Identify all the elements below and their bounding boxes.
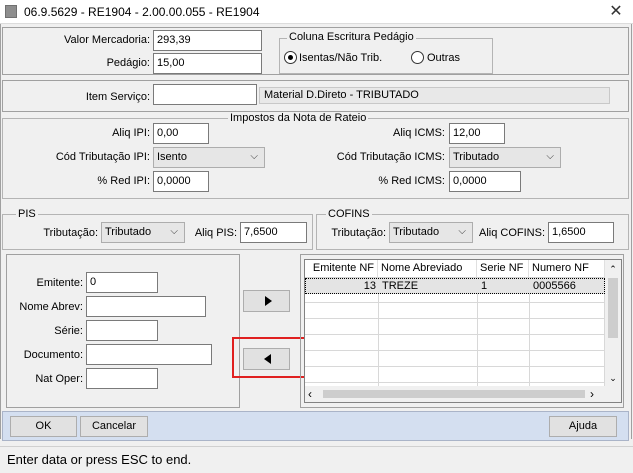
documento-field[interactable] [86, 344, 212, 365]
scroll-right-icon[interactable]: › [590, 387, 602, 401]
help-button[interactable]: Ajuda [549, 416, 617, 437]
chevron-down-icon: ⌵ [250, 151, 258, 162]
aliq-icms-label: Aliq ICMS: [393, 127, 445, 139]
cell-emitente: 13 [363, 280, 376, 292]
red-ipi-label: % Red IPI: [97, 175, 150, 187]
chevron-down-icon: ⌵ [458, 226, 466, 237]
pis-tributacao-value: Tributado [105, 226, 152, 238]
cancel-button[interactable]: Cancelar [80, 416, 148, 437]
item-servico-field[interactable] [153, 84, 257, 105]
triangle-right-icon [265, 296, 272, 306]
radio-isentas-label: Isentas/Não Trib. [299, 52, 383, 64]
valor-mercadoria-field[interactable]: 293,39 [153, 30, 262, 51]
move-left-button[interactable] [243, 348, 290, 370]
aliq-cofins-label: Aliq COFINS: [478, 227, 545, 239]
valor-mercadoria-label: Valor Mercadoria: [64, 34, 150, 46]
cod-trib-icms-select[interactable]: Tributado ⌵ [449, 147, 561, 168]
notes-grid[interactable]: Emitente NF Nome Abreviado Serie NF Nume… [304, 259, 622, 403]
scroll-up-icon[interactable]: ⌃ [605, 264, 621, 274]
item-description: Material D.Direto - TRIBUTADO [259, 87, 610, 104]
cofins-tributacao-select[interactable]: Tributado ⌵ [389, 222, 473, 243]
aliq-ipi-label: Aliq IPI: [112, 127, 150, 139]
radio-outras[interactable] [411, 51, 424, 64]
radio-isentas[interactable] [284, 51, 297, 64]
impostos-title: Impostos da Nota de Rateio [228, 112, 369, 124]
chevron-down-icon: ⌵ [170, 226, 178, 237]
serie-field[interactable] [86, 320, 158, 341]
cofins-title: COFINS [326, 208, 372, 220]
table-row[interactable]: 13 TREZE 1 0005566 [305, 278, 605, 294]
app-icon [5, 5, 17, 18]
pedagio-label: Pedágio: [106, 57, 150, 69]
close-icon[interactable]: ✕ [603, 2, 629, 22]
cofins-tributacao-value: Tributado [393, 226, 440, 238]
horizontal-scrollbar[interactable]: ‹ › [305, 386, 621, 402]
cell-numero: 0005566 [533, 280, 576, 292]
documento-label: Documento: [23, 349, 83, 361]
cell-nome: TREZE [382, 280, 419, 292]
pis-tributacao-select[interactable]: Tributado ⌵ [101, 222, 185, 243]
window-title: 06.9.5629 - RE1904 - 2.00.00.055 - RE190… [24, 5, 260, 19]
red-icms-label: % Red ICMS: [378, 175, 445, 187]
window-border-left [0, 24, 1, 439]
aliq-pis-field[interactable]: 7,6500 [240, 222, 307, 243]
vertical-scrollbar[interactable]: ⌃ ⌄ [605, 260, 621, 386]
chevron-down-icon: ⌵ [546, 151, 554, 162]
red-icms-field[interactable]: 0,0000 [449, 171, 521, 192]
vertical-scroll-thumb[interactable] [608, 278, 618, 338]
grid-lines [305, 294, 605, 386]
serie-label: Série: [54, 325, 83, 337]
grid-header-emitente[interactable]: Emitente NF [305, 260, 378, 278]
status-bar: Enter data or press ESC to end. [0, 446, 633, 473]
horizontal-scroll-thumb[interactable] [323, 390, 585, 398]
pis-title: PIS [16, 208, 38, 220]
grid-header-numero[interactable]: Numero NF [529, 260, 605, 278]
emitente-field[interactable]: 0 [86, 272, 158, 293]
window-border-right [631, 24, 632, 439]
status-text: Enter data or press ESC to end. [7, 452, 192, 467]
cod-trib-ipi-value: Isento [157, 151, 187, 163]
move-right-button[interactable] [243, 290, 290, 312]
pedagio-field[interactable]: 15,00 [153, 53, 262, 74]
nat-oper-field[interactable] [86, 368, 158, 389]
grid-header-serie[interactable]: Serie NF [477, 260, 529, 278]
item-servico-label: Item Serviço: [85, 91, 150, 103]
radio-outras-label: Outras [427, 52, 461, 64]
nat-oper-label: Nat Oper: [35, 373, 83, 385]
nome-abrev-field[interactable] [86, 296, 206, 317]
scroll-left-icon[interactable]: ‹ [308, 387, 320, 401]
cod-trib-ipi-select[interactable]: Isento ⌵ [153, 147, 265, 168]
pis-tributacao-label: Tributação: [43, 227, 98, 239]
nome-abrev-label: Nome Abrev: [19, 301, 83, 313]
cod-trib-ipi-label: Cód Tributação IPI: [55, 151, 150, 163]
red-ipi-field[interactable]: 0,0000 [153, 171, 209, 192]
triangle-left-icon [264, 354, 271, 364]
cod-trib-icms-value: Tributado [453, 151, 500, 163]
aliq-ipi-field[interactable]: 0,00 [153, 123, 209, 144]
grid-header-nome[interactable]: Nome Abreviado [378, 260, 477, 278]
coluna-escritura-title: Coluna Escritura Pedágio [287, 31, 416, 43]
ok-button[interactable]: OK [10, 416, 77, 437]
title-bar: 06.9.5629 - RE1904 - 2.00.00.055 - RE190… [0, 0, 633, 24]
aliq-pis-label: Aliq PIS: [194, 227, 237, 239]
emitente-label: Emitente: [36, 277, 83, 289]
cell-serie: 1 [481, 280, 488, 292]
scroll-down-icon[interactable]: ⌄ [605, 372, 621, 384]
aliq-icms-field[interactable]: 12,00 [449, 123, 505, 144]
aliq-cofins-field[interactable]: 1,6500 [548, 222, 614, 243]
cofins-tributacao-label: Tributação: [331, 227, 386, 239]
cod-trib-icms-label: Cód Tributação ICMS: [336, 151, 445, 163]
